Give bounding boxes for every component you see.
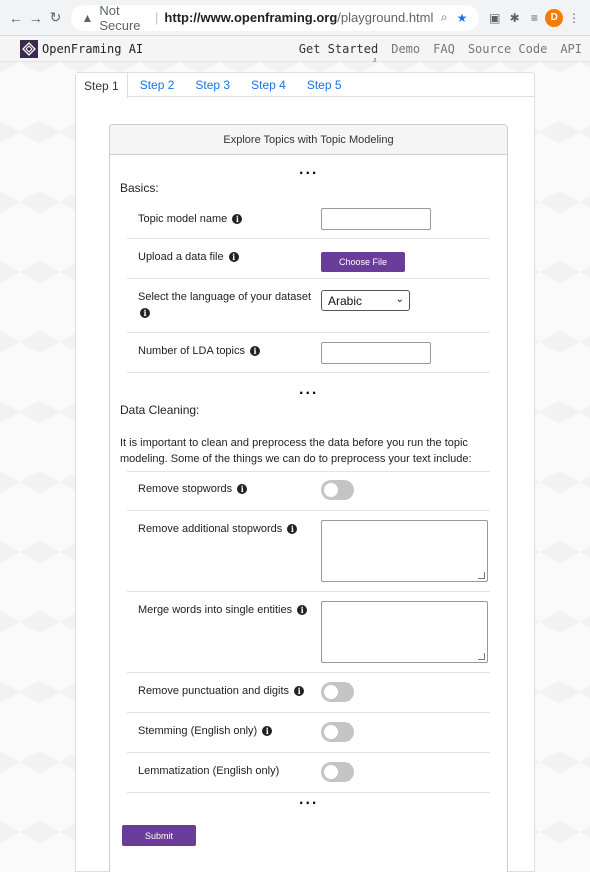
back-arrow-icon[interactable]: ← — [6, 7, 26, 29]
stemming-row: Stemming (English only) i — [127, 713, 490, 753]
additional-stopwords-label: Remove additional stopwords — [138, 523, 283, 535]
topic-modeling-card: Explore Topics with Topic Modeling ... B… — [109, 124, 508, 872]
url-host: http://www.openframing.org — [164, 10, 338, 25]
additional-stopwords-label-wrap: Remove additional stopwords i — [138, 521, 298, 537]
remove-punctuation-toggle[interactable] — [321, 682, 354, 702]
remove-punctuation-label: Remove punctuation and digits — [138, 685, 290, 697]
lda-topics-label-wrap: Number of LDA topics i — [138, 343, 261, 359]
merge-words-label: Merge words into single entities — [138, 604, 293, 616]
info-icon[interactable]: i — [297, 605, 308, 616]
remove-stopwords-row: Remove stopwords i — [127, 471, 490, 511]
nav-faq[interactable]: FAQ — [433, 42, 455, 56]
lemmatization-label: Lemmatization (English only) — [138, 765, 280, 777]
not-secure-label: Not Secure — [99, 2, 141, 33]
logo-icon[interactable] — [20, 39, 38, 58]
section-dots: ... — [299, 381, 319, 398]
nav-source-code[interactable]: Source Code — [468, 42, 547, 56]
lda-topics-label: Number of LDA topics — [138, 345, 245, 357]
tab-step-1[interactable]: Step 1 — [76, 73, 128, 98]
choose-file-button[interactable]: Choose File — [321, 252, 405, 272]
lda-topics-input[interactable] — [321, 342, 431, 364]
nav-demo[interactable]: Demo — [391, 42, 420, 56]
remove-stopwords-label: Remove stopwords — [138, 483, 233, 495]
nav-api[interactable]: API — [560, 42, 582, 56]
language-row: Select the language of your dataset i Ar… — [127, 279, 490, 333]
merge-words-row: Merge words into single entities i — [127, 592, 490, 673]
lda-topics-row: Number of LDA topics i — [127, 333, 490, 373]
upload-label-wrap: Upload a data file i — [138, 249, 239, 265]
submit-button[interactable]: Submit — [122, 825, 196, 846]
additional-stopwords-row: Remove additional stopwords i — [127, 511, 490, 592]
reload-icon[interactable]: ↻ — [46, 7, 66, 29]
info-icon[interactable]: i — [294, 686, 305, 697]
data-cleaning-title: Data Cleaning: — [120, 403, 200, 417]
info-icon[interactable]: i — [237, 484, 248, 495]
url-path: /playground.html — [337, 10, 434, 25]
step-tabs-panel: Step 1 Step 2 Step 3 Step 4 Step 5 Explo… — [75, 72, 535, 872]
remove-stopwords-label-wrap: Remove stopwords i — [138, 481, 248, 497]
topic-model-name-label: Topic model name — [138, 213, 228, 225]
address-bar[interactable]: ▲ Not Secure | http://www.openframing.or… — [71, 2, 479, 33]
section-dots: ... — [299, 161, 319, 178]
merge-words-textarea[interactable] — [321, 601, 488, 663]
cleaning-intro: It is important to clean and preprocess … — [120, 437, 472, 465]
tab-step-2[interactable]: Step 2 — [140, 73, 184, 96]
omnibox-separator: | — [155, 10, 159, 25]
stemming-label: Stemming (English only) — [138, 725, 258, 737]
language-label-wrap: Select the language of your dataset i — [138, 289, 313, 321]
info-icon[interactable]: i — [140, 308, 150, 319]
lemmatization-label-wrap: Lemmatization (English only) — [138, 763, 279, 779]
language-label: Select the language of your dataset — [138, 291, 312, 303]
info-icon[interactable]: i — [232, 214, 243, 225]
remove-punctuation-row: Remove punctuation and digits i — [127, 673, 490, 713]
section-dots: ... — [299, 791, 319, 808]
language-select[interactable]: Arabic ⌄ — [321, 290, 410, 311]
step-tabs: Step 1 Step 2 Step 3 Step 4 Step 5 — [76, 73, 534, 98]
card-title: Explore Topics with Topic Modeling — [110, 125, 507, 155]
info-icon[interactable]: i — [228, 252, 239, 263]
site-header: OpenFraming AI Get Started Demo FAQ Sour… — [0, 36, 590, 62]
profile-button[interactable]: D — [544, 7, 564, 29]
lemmatization-toggle[interactable] — [321, 762, 354, 782]
browser-toolbar: ← → ↻ ▲ Not Secure | http://www.openfram… — [0, 0, 590, 36]
reading-list-icon[interactable]: ≡ — [525, 7, 545, 29]
language-selected-value: Arabic — [328, 293, 363, 308]
additional-stopwords-textarea[interactable] — [321, 520, 488, 582]
upload-row: Upload a data file i Choose File — [127, 239, 490, 279]
puzzle-icon[interactable]: ✱ — [505, 7, 525, 29]
topic-model-name-label-wrap: Topic model name i — [138, 211, 243, 227]
menu-dots-icon[interactable]: ⋮ — [564, 7, 584, 29]
lemmatization-row: Lemmatization (English only) — [127, 753, 490, 793]
tab-step-4[interactable]: Step 4 — [251, 73, 295, 96]
remove-punctuation-label-wrap: Remove punctuation and digits i — [138, 683, 305, 699]
zoom-icon[interactable]: ⌕ — [437, 10, 451, 25]
chevron-down-icon: ⌄ — [395, 294, 404, 305]
tab-step-3[interactable]: Step 3 — [195, 73, 239, 96]
warning-icon: ▲ — [81, 10, 94, 25]
info-icon[interactable]: i — [250, 346, 261, 357]
forward-arrow-icon[interactable]: → — [26, 7, 46, 29]
extension-icon[interactable]: ▣ — [485, 7, 505, 29]
merge-words-label-wrap: Merge words into single entities i — [138, 602, 308, 618]
stemming-toggle[interactable] — [321, 722, 354, 742]
basics-title: Basics: — [120, 181, 159, 195]
avatar: D — [545, 8, 564, 27]
topic-model-name-row: Topic model name i — [127, 199, 490, 239]
remove-stopwords-toggle[interactable] — [321, 480, 354, 500]
top-nav: Get Started Demo FAQ Source Code API — [299, 42, 590, 56]
stemming-label-wrap: Stemming (English only) i — [138, 723, 273, 739]
brand-name[interactable]: OpenFraming AI — [42, 42, 143, 56]
info-icon[interactable]: i — [262, 726, 273, 737]
bookmark-star-icon[interactable]: ★ — [455, 11, 469, 25]
nav-get-started[interactable]: Get Started — [299, 42, 378, 56]
upload-label: Upload a data file — [138, 251, 224, 263]
tab-step-5[interactable]: Step 5 — [307, 73, 351, 96]
info-icon[interactable]: i — [287, 524, 298, 535]
topic-model-name-input[interactable] — [321, 208, 431, 230]
